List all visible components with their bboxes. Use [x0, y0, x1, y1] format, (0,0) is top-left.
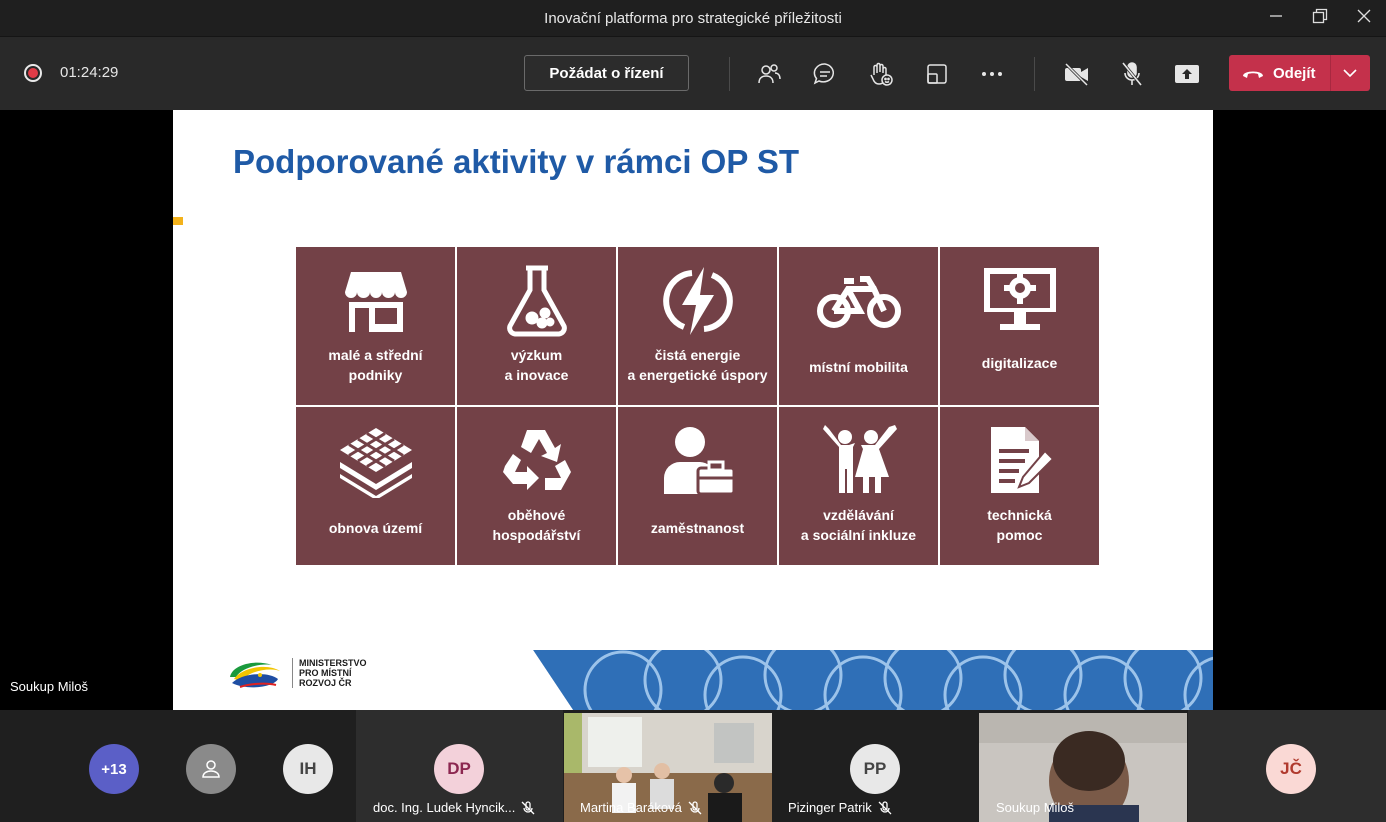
people-cheering-icon [779, 421, 938, 501]
monitor-gear-icon [940, 261, 1099, 341]
activity-tile: zaměstnanost [618, 407, 777, 565]
flask-icon [457, 261, 616, 341]
participant-name-martina: Martina Baráková [580, 800, 702, 815]
raise-hand-icon[interactable] [866, 59, 896, 89]
participant-name-label: Pizinger Patrik [788, 800, 872, 815]
slide-accent-mark [173, 217, 183, 225]
shop-icon [296, 261, 455, 341]
participant-avatar-jc: JČ [1266, 744, 1316, 794]
participant-name-pp: Pizinger Patrik [788, 800, 892, 815]
activity-label: zaměstnanost [650, 520, 745, 536]
decorative-pattern [533, 650, 1213, 710]
title-bar: Inovační platforma pro strategické příle… [0, 0, 1386, 36]
person-icon [202, 760, 220, 778]
bicycle-icon [779, 261, 938, 341]
camera-off-icon[interactable] [1062, 59, 1092, 89]
participant-name-label: Martina Baráková [580, 800, 682, 815]
participant-name-dp: doc. Ing. Ludek Hyncik... [373, 800, 535, 815]
minimize-icon[interactable] [1254, 0, 1298, 32]
activity-label: výzkum a inovace [504, 347, 569, 383]
activity-tile: obnova území [296, 407, 455, 565]
activity-tile: oběhové hospodářství [457, 407, 616, 565]
phone-hangup-icon [1241, 67, 1265, 79]
layers-icon [296, 421, 455, 501]
request-control-button[interactable]: Požádat o řízení [524, 55, 689, 91]
activity-tile: výzkum a inovace [457, 247, 616, 405]
anonymous-participant-avatar[interactable] [186, 744, 236, 794]
leave-button[interactable]: Odejít [1229, 55, 1370, 91]
activity-label: digitalizace [981, 355, 1058, 371]
ministry-logo-text: MINISTERSTVO PRO MÍSTNÍ ROZVOJ ČR [292, 658, 367, 688]
window-title: Inovační platforma pro strategické příle… [544, 9, 842, 27]
activity-tile: místní mobilita [779, 247, 938, 405]
toolbar-divider [1034, 57, 1035, 91]
activities-grid: malé a střední podniky výzkum a inovace … [296, 247, 1101, 568]
mic-off-icon [521, 800, 535, 814]
recycle-icon [457, 421, 616, 501]
participant-avatar-dp: DP [434, 744, 484, 794]
slide-title: Podporované aktivity v rámci OP ST [233, 143, 800, 180]
activity-tile: vzdělávání a sociální inkluze [779, 407, 938, 565]
participant-name-label: doc. Ing. Ludek Hyncik... [373, 800, 516, 815]
meeting-toolbar: 01:24:29 Požádat o řízení Odejít [0, 36, 1386, 110]
chat-icon[interactable] [810, 59, 840, 89]
participant-name-label: Soukup Miloš [996, 800, 1075, 815]
activity-tile: čistá energie a energetické úspory [618, 247, 777, 405]
activity-label: oběhové hospodářství [492, 507, 581, 543]
activity-label: malé a střední podniky [328, 347, 423, 383]
worker-briefcase-icon [618, 421, 777, 501]
toolbar-divider [729, 57, 730, 91]
chevron-down-icon[interactable] [1330, 55, 1370, 91]
mic-off-icon [878, 800, 892, 814]
participant-name-soukup: Soukup Miloš [996, 800, 1074, 815]
activity-label: technická pomoc [987, 507, 1052, 543]
ministry-logo: MINISTERSTVO PRO MÍSTNÍ ROZVOJ ČR [228, 657, 367, 689]
energy-icon [618, 261, 777, 341]
shared-screen-stage: Podporované aktivity v rámci OP ST malé … [0, 110, 1386, 710]
ministry-logo-icon [230, 662, 280, 688]
participant-avatar-ih[interactable]: IH [283, 744, 333, 794]
window-controls [1254, 0, 1386, 36]
participant-avatar-pp[interactable]: PP [850, 744, 900, 794]
presentation-slide: Podporované aktivity v rámci OP ST malé … [173, 110, 1213, 710]
participants-strip: +13 IH DP doc. Ing. Ludek Hyncik... Mart… [0, 710, 1386, 822]
mic-off-icon[interactable] [1117, 59, 1147, 89]
more-icon[interactable] [977, 59, 1007, 89]
mic-off-icon [688, 800, 702, 814]
activity-label: čistá energie a energetické úspory [627, 347, 768, 383]
activity-tile: technická pomoc [940, 407, 1099, 565]
overflow-participants-button[interactable]: +13 [89, 744, 139, 794]
rooms-icon[interactable] [922, 59, 952, 89]
activity-tile: digitalizace [940, 247, 1099, 405]
close-icon[interactable] [1342, 0, 1386, 32]
active-speaker-name: Soukup Miloš [10, 679, 89, 694]
restore-icon[interactable] [1298, 0, 1342, 32]
document-pen-icon [940, 421, 1099, 501]
share-icon[interactable] [1172, 59, 1202, 89]
activity-label: obnova území [328, 520, 423, 536]
activity-tile: malé a střední podniky [296, 247, 455, 405]
recording-icon [24, 64, 42, 82]
participants-icon[interactable] [754, 59, 784, 89]
activity-label: vzdělávání a sociální inkluze [800, 507, 917, 543]
leave-label: Odejít [1273, 64, 1316, 82]
meeting-timer: 01:24:29 [60, 64, 119, 81]
activity-label: místní mobilita [809, 359, 908, 375]
